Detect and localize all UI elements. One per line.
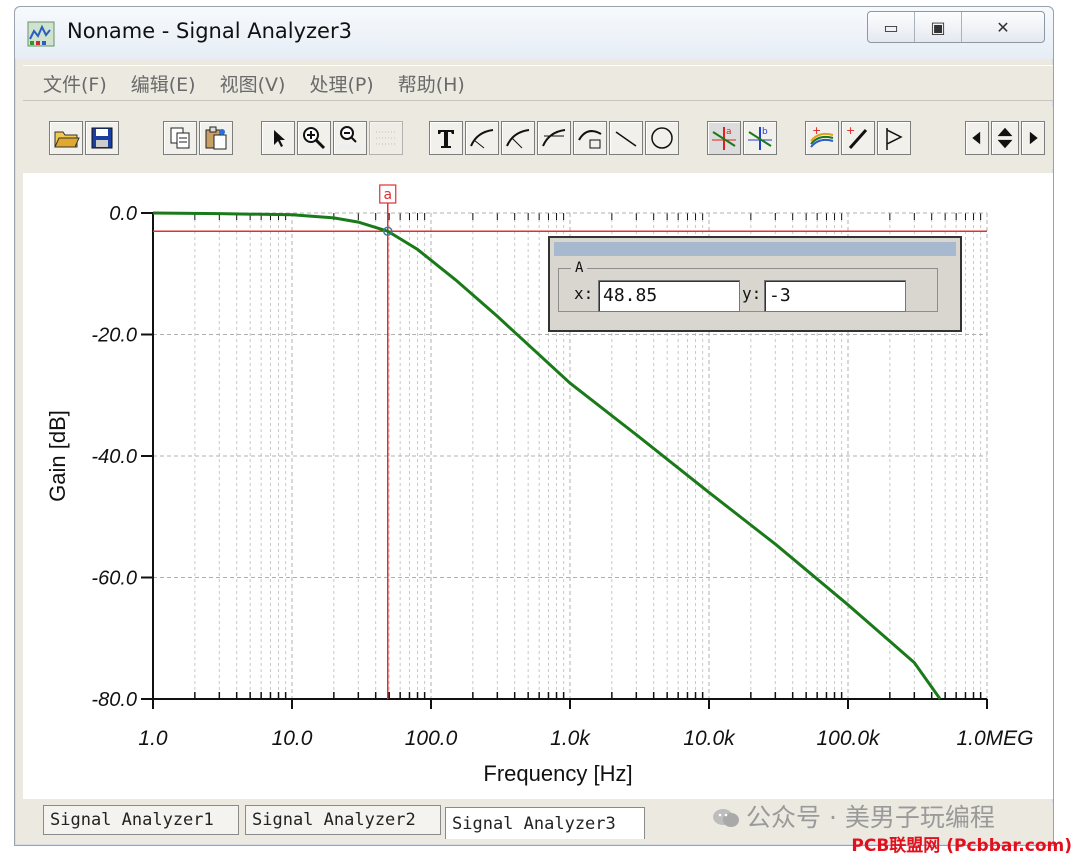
tab-signal-analyzer-2[interactable]: Signal Analyzer2: [245, 805, 441, 835]
y-axis-label: Gain [dB]: [45, 410, 70, 502]
menu-bar: 文件(F) 编辑(E) 视图(V) 处理(P) 帮助(H): [23, 65, 1053, 101]
line-icon[interactable]: [609, 121, 643, 155]
cursor-a-icon[interactable]: a: [707, 121, 741, 155]
menu-help[interactable]: 帮助(H): [398, 70, 465, 97]
maximize-icon[interactable]: ▣: [914, 12, 961, 42]
menu-edit[interactable]: 编辑(E): [131, 70, 196, 97]
window-title: Noname - Signal Analyzer3: [67, 19, 352, 43]
y-tick-label: -40.0: [91, 446, 137, 468]
menu-process[interactable]: 处理(P): [309, 70, 373, 97]
toolbar: a b + +: [23, 107, 1053, 169]
x-tick-label: 100.0: [405, 727, 458, 750]
y-label: y:: [742, 284, 762, 303]
pointer-icon[interactable]: [261, 121, 295, 155]
draw-3-icon[interactable]: [537, 121, 571, 155]
watermark-text: 公众号 · 美男子玩编程: [746, 803, 995, 832]
tab-signal-analyzer-1[interactable]: Signal Analyzer1: [43, 805, 239, 835]
y-value-field[interactable]: -3: [764, 280, 906, 312]
x-tick-label: 1.0: [138, 727, 168, 750]
x-tick-label: 1.0MEG: [956, 727, 1033, 750]
watermark: 公众号 · 美男子玩编程: [712, 798, 995, 834]
cursor-marker-label: a: [383, 187, 392, 203]
cursor-group-label: A: [575, 260, 584, 276]
grid-icon[interactable]: [369, 121, 403, 155]
x-tick-label: 1.0k: [550, 727, 591, 750]
footer-watermark: PCB联盟网 (Pcbbar.com): [851, 836, 1072, 856]
zoom-100-icon[interactable]: [333, 121, 367, 155]
svg-text:+: +: [846, 124, 855, 137]
cursor-b-icon[interactable]: b: [743, 121, 777, 155]
x-value-field[interactable]: 48.85: [598, 280, 740, 312]
minimize-icon[interactable]: ▭: [868, 12, 914, 42]
signal-analyzer-window: Noname - Signal Analyzer3 ▭ ▣ ✕ 文件(F) 编辑…: [14, 6, 1054, 846]
draw-4-icon[interactable]: [573, 121, 607, 155]
cursor-readout-panel[interactable]: A x: 48.85 y: -3: [548, 236, 962, 332]
menu-view[interactable]: 视图(V): [220, 70, 286, 97]
x-tick-label: 10.0k: [683, 727, 736, 750]
tab-signal-analyzer-3[interactable]: Signal Analyzer3: [445, 807, 645, 839]
copy-icon[interactable]: [163, 121, 197, 155]
left-icon[interactable]: [965, 121, 989, 155]
save-icon[interactable]: [85, 121, 119, 155]
updown-icon[interactable]: [991, 121, 1019, 155]
y-tick-label: -60.0: [91, 568, 137, 590]
y-tick-label: -20.0: [91, 325, 137, 347]
draw-2-icon[interactable]: [501, 121, 535, 155]
flag-icon[interactable]: [877, 121, 911, 155]
paste-icon[interactable]: [199, 121, 233, 155]
svg-text:+: +: [812, 124, 821, 137]
draw-1-icon[interactable]: [465, 121, 499, 155]
window-controls: ▭ ▣ ✕: [867, 11, 1045, 43]
wechat-icon: [713, 809, 739, 827]
text-icon[interactable]: [429, 121, 463, 155]
x-axis-label: Frequency [Hz]: [483, 761, 632, 786]
svg-text:a: a: [726, 127, 732, 137]
cursor-panel-titlebar[interactable]: [554, 242, 956, 256]
right-icon[interactable]: [1021, 121, 1045, 155]
pick-icon[interactable]: +: [841, 121, 875, 155]
close-icon[interactable]: ✕: [961, 12, 1044, 42]
title-bar[interactable]: Noname - Signal Analyzer3 ▭ ▣ ✕: [15, 7, 1053, 59]
x-tick-label: 100.0k: [816, 727, 881, 750]
x-tick-label: 10.0: [272, 727, 313, 750]
y-tick-label: 0.0: [109, 203, 137, 225]
circle-icon[interactable]: [645, 121, 679, 155]
app-icon: [27, 21, 55, 47]
open-folder-icon[interactable]: [49, 121, 83, 155]
svg-text:b: b: [762, 127, 768, 137]
add-trace-icon[interactable]: +: [805, 121, 839, 155]
x-label: x:: [574, 284, 594, 303]
zoom-in-icon[interactable]: [297, 121, 331, 155]
menu-file[interactable]: 文件(F): [43, 70, 107, 97]
y-tick-label: -80.0: [91, 689, 137, 711]
